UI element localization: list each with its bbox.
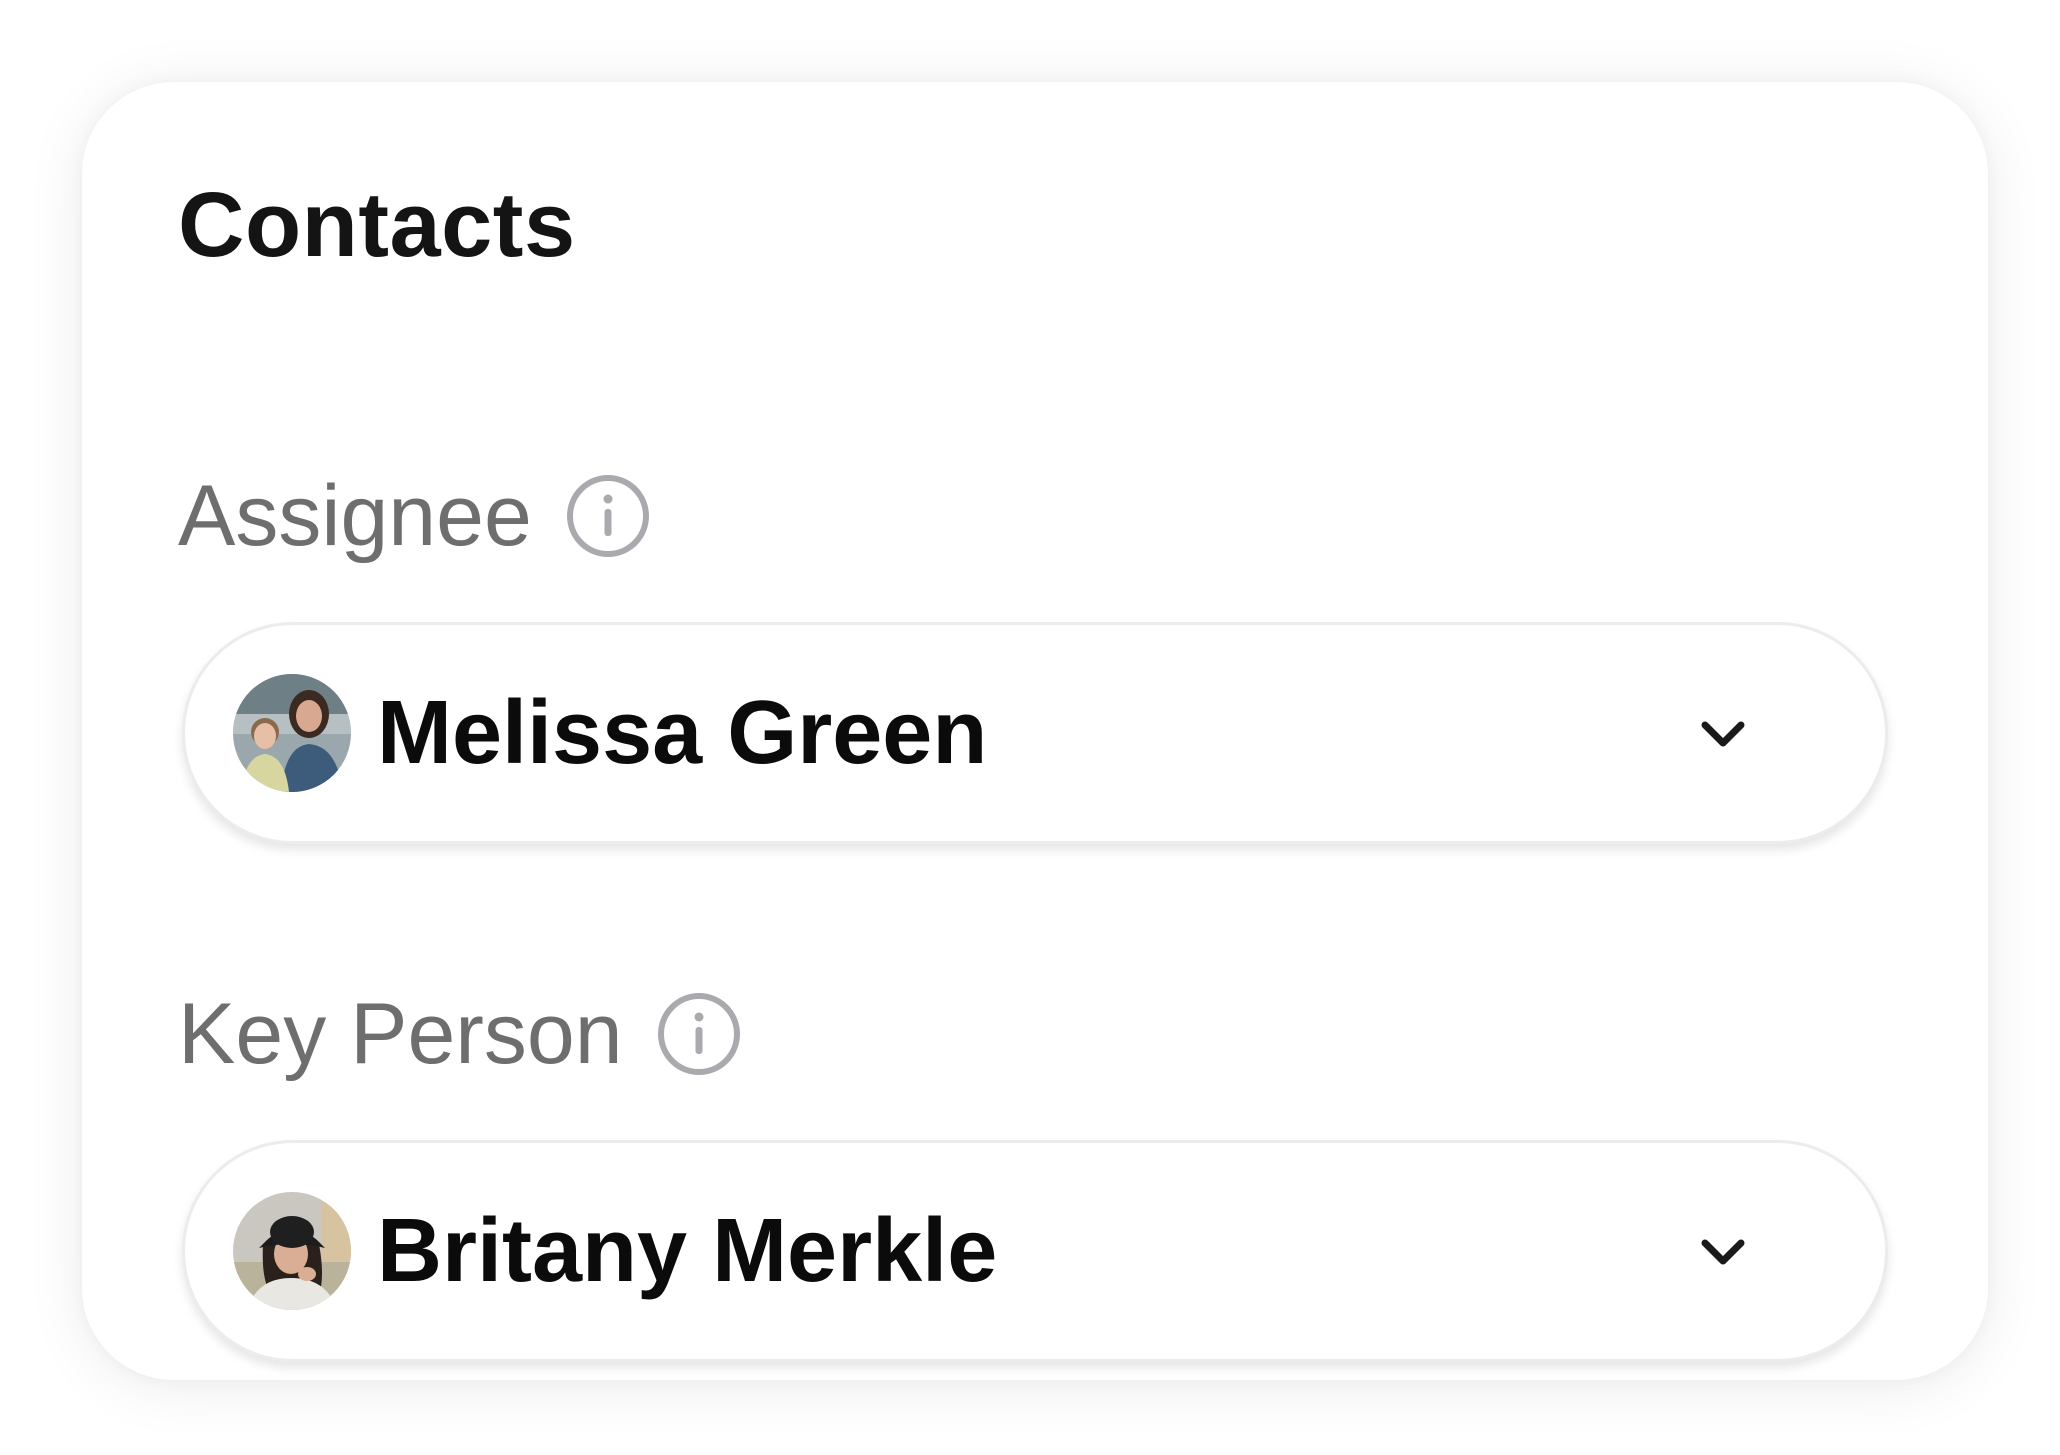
contacts-card: Contacts Assignee Melissa Green Key Pers… bbox=[82, 82, 1988, 1380]
key-person-value: Britany Merkle bbox=[377, 1201, 998, 1301]
key-person-select[interactable]: Britany Merkle bbox=[182, 1140, 1888, 1362]
chevron-down-icon[interactable] bbox=[1695, 1223, 1751, 1279]
assignee-select[interactable]: Melissa Green bbox=[182, 622, 1888, 844]
chevron-down-icon[interactable] bbox=[1695, 705, 1751, 761]
card-title: Contacts bbox=[178, 174, 576, 276]
key-person-label: Key Person bbox=[178, 986, 623, 1082]
key-person-label-row: Key Person bbox=[178, 990, 743, 1078]
key-person-info-icon[interactable] bbox=[655, 990, 743, 1078]
assignee-value: Melissa Green bbox=[377, 683, 988, 783]
key-person-avatar bbox=[233, 1192, 351, 1310]
assignee-info-icon[interactable] bbox=[564, 472, 652, 560]
assignee-avatar bbox=[233, 674, 351, 792]
assignee-label-row: Assignee bbox=[178, 472, 652, 560]
assignee-label: Assignee bbox=[178, 468, 532, 564]
